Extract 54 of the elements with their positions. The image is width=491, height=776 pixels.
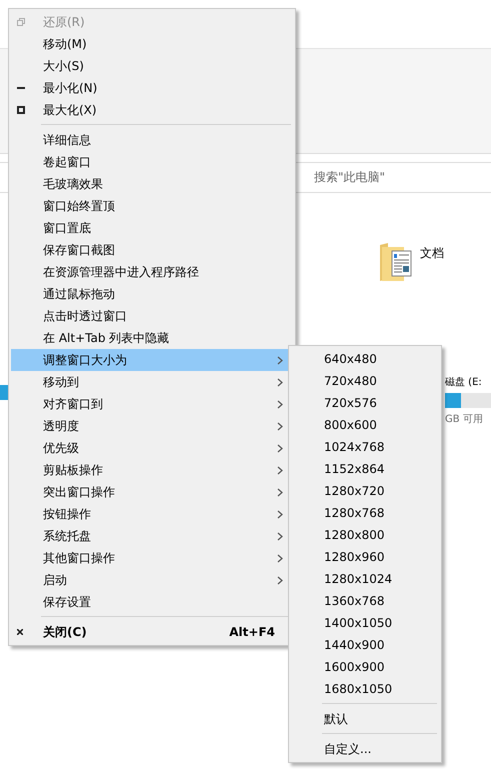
- menu-item[interactable]: 自定义...: [291, 738, 439, 760]
- menu-item[interactable]: 最大化(X): [11, 99, 293, 121]
- menu-item[interactable]: 1680x1050: [291, 678, 439, 700]
- menu-item[interactable]: 保存窗口截图: [11, 239, 293, 261]
- menu-item[interactable]: 窗口置底: [11, 217, 293, 239]
- menu-item[interactable]: 720x480: [291, 370, 439, 392]
- menu-item[interactable]: 1440x900: [291, 634, 439, 656]
- menu-item[interactable]: 1152x864: [291, 458, 439, 480]
- restore-icon: [17, 18, 25, 26]
- menu-item[interactable]: 640x480: [291, 348, 439, 370]
- minimize-icon: [17, 87, 25, 89]
- menu-item[interactable]: 其他窗口操作: [11, 547, 293, 569]
- search-placeholder[interactable]: 搜索"此电脑": [314, 169, 386, 186]
- drive-usage-bar: [445, 393, 491, 408]
- menu-item[interactable]: 720x576: [291, 392, 439, 414]
- menu-item[interactable]: 1600x900: [291, 656, 439, 678]
- menu-item[interactable]: 移动到: [11, 371, 293, 393]
- menu-item[interactable]: 在 Alt+Tab 列表中隐藏: [11, 327, 293, 349]
- menu-item[interactable]: 毛玻璃效果: [11, 173, 293, 195]
- menu-item[interactable]: 关闭(C) Alt+F4: [11, 621, 293, 643]
- menu-item[interactable]: 对齐窗口到: [11, 393, 293, 415]
- menu-item[interactable]: 大小(S): [11, 55, 293, 77]
- folder-label: 文档: [420, 245, 444, 262]
- menu-item[interactable]: 在资源管理器中进入程序路径: [11, 261, 293, 283]
- menu-item[interactable]: 优先级: [11, 437, 293, 459]
- menu-item[interactable]: 通过鼠标拖动: [11, 283, 293, 305]
- menu-item[interactable]: 系统托盘: [11, 525, 293, 547]
- menu-item[interactable]: 默认: [291, 708, 439, 730]
- menu-item[interactable]: 最小化(N): [11, 77, 293, 99]
- menu-item[interactable]: 1280x800: [291, 524, 439, 546]
- menu-item[interactable]: 1360x768: [291, 590, 439, 612]
- menu-item[interactable]: 透明度: [11, 415, 293, 437]
- menu-item[interactable]: 剪贴板操作: [11, 459, 293, 481]
- close-icon: [17, 629, 23, 635]
- menu-item[interactable]: 详细信息: [11, 129, 293, 151]
- menu-item[interactable]: 1280x768: [291, 502, 439, 524]
- menu-item[interactable]: 1280x720: [291, 480, 439, 502]
- drive-free-space: GB 可用: [445, 413, 484, 426]
- menu-item[interactable]: 启动: [11, 569, 293, 591]
- menu-item[interactable]: 窗口始终置顶: [11, 195, 293, 217]
- menu-item[interactable]: 点击时透过窗口: [11, 305, 293, 327]
- menu-item[interactable]: 1400x1050: [291, 612, 439, 634]
- menu-item[interactable]: 1024x768: [291, 436, 439, 458]
- menu-item[interactable]: 移动(M): [11, 33, 293, 55]
- maximize-icon: [17, 106, 25, 114]
- drive-usage-bar: [0, 385, 8, 400]
- menu-item[interactable]: 突出窗口操作: [11, 481, 293, 503]
- menu-item[interactable]: 1280x960: [291, 546, 439, 568]
- menu-item[interactable]: 1280x1024: [291, 568, 439, 590]
- drive-label: 磁盘 (E:: [445, 376, 483, 389]
- menu-item[interactable]: 800x600: [291, 414, 439, 436]
- menu-item[interactable]: 按钮操作: [11, 503, 293, 525]
- document-folder-icon: [378, 241, 414, 283]
- menu-item[interactable]: 卷起窗口: [11, 151, 293, 173]
